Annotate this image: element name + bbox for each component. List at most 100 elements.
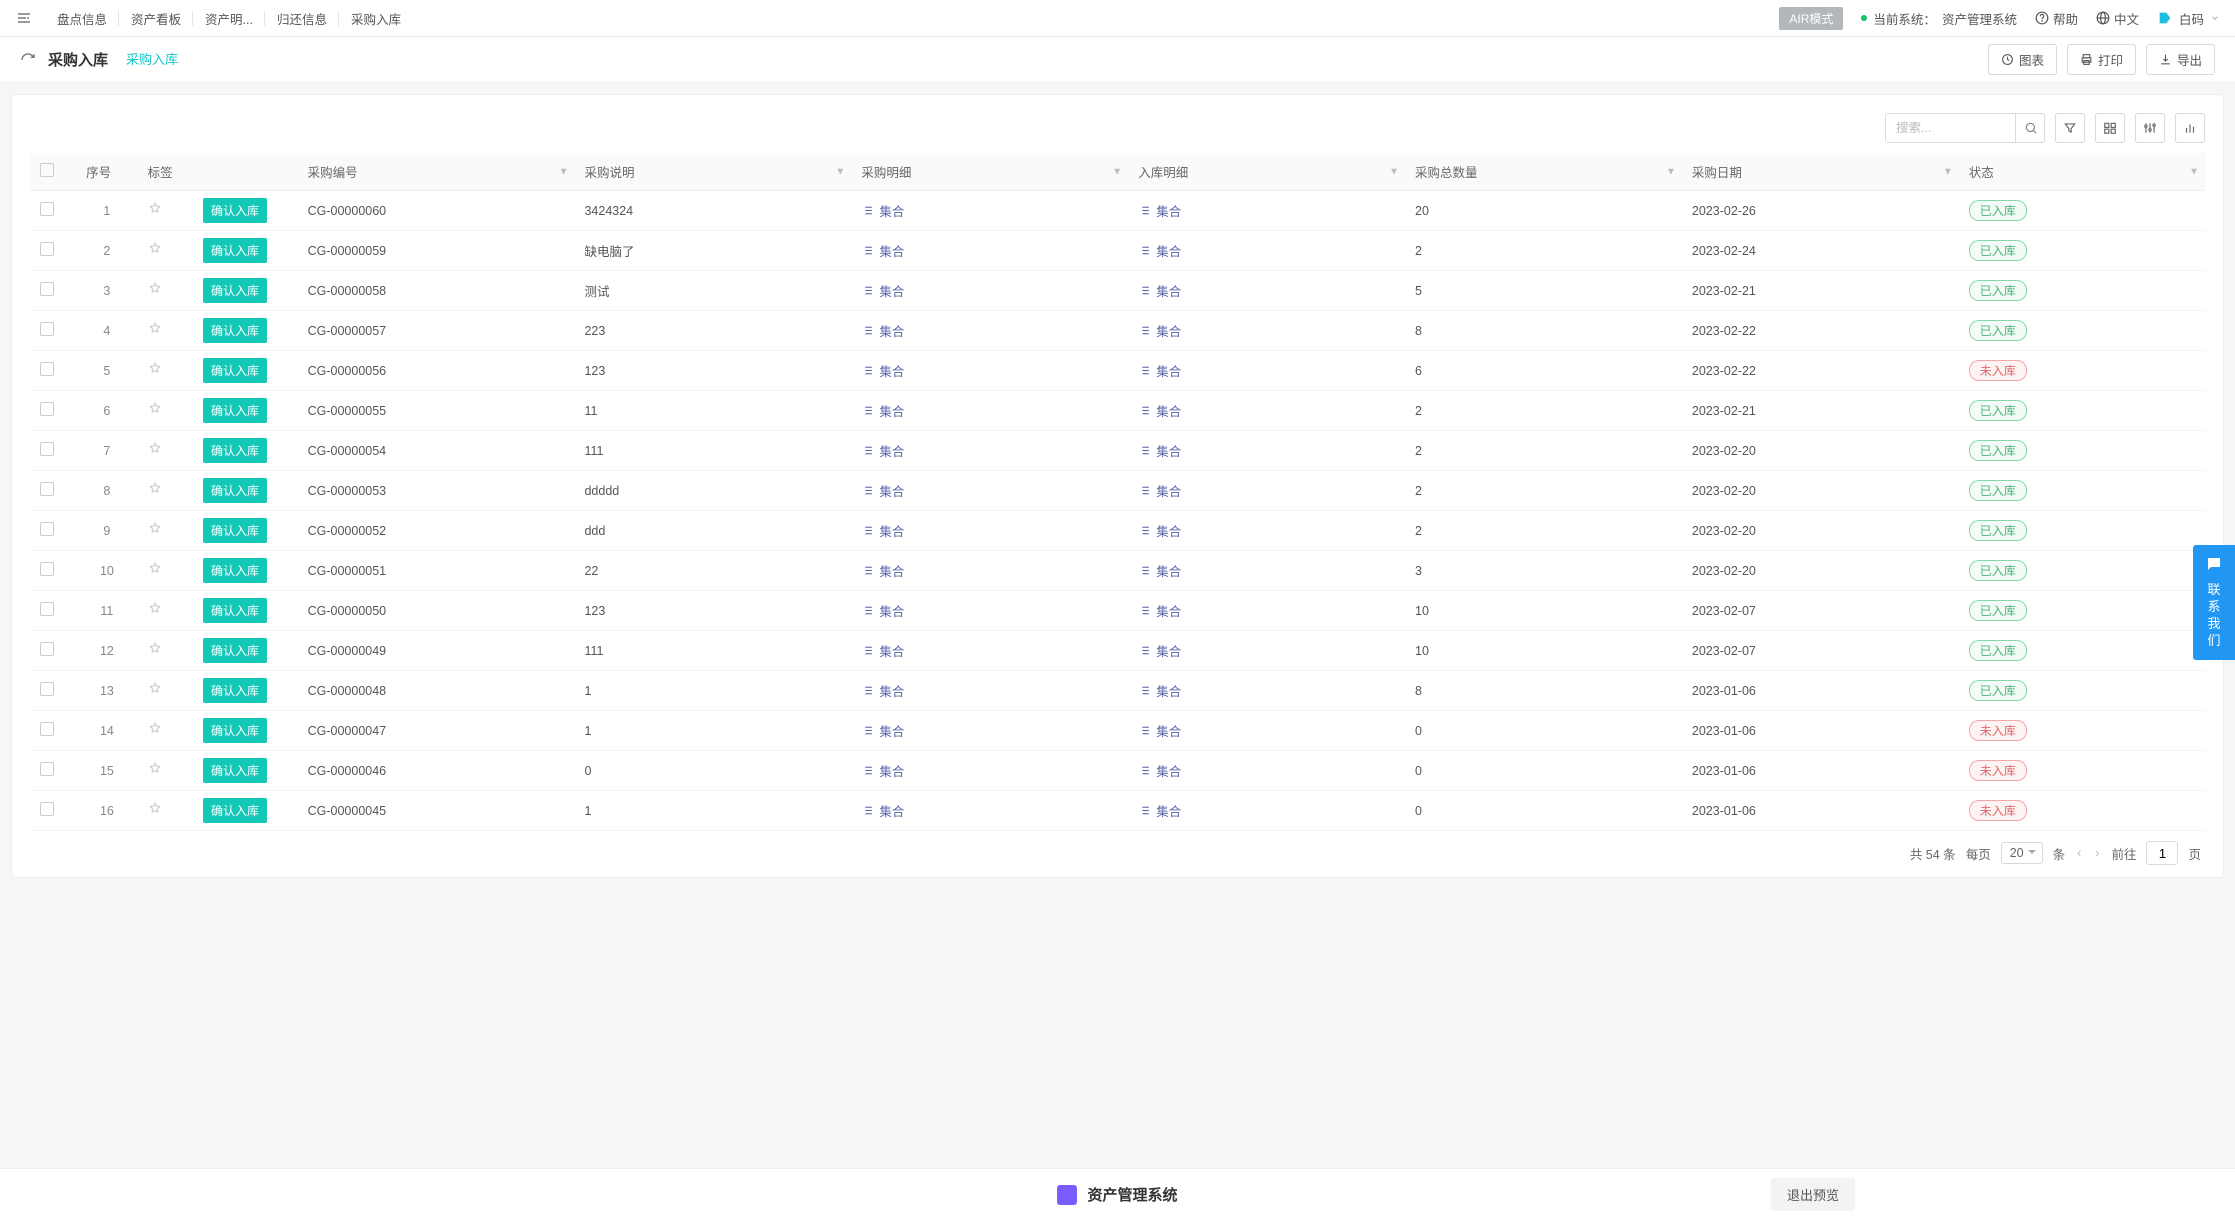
- cell-indetail[interactable]: 集合: [1128, 791, 1405, 831]
- table-row[interactable]: 5确认入库CG-00000056123集合集合62023-02-22未入库: [30, 351, 2205, 391]
- row-confirm[interactable]: 确认入库: [193, 231, 298, 271]
- row-tag-icon[interactable]: [138, 671, 193, 711]
- row-confirm[interactable]: 确认入库: [193, 471, 298, 511]
- cell-detail[interactable]: 集合: [851, 791, 1128, 831]
- confirm-button[interactable]: 确认入库: [203, 478, 267, 503]
- cell-detail[interactable]: 集合: [851, 511, 1128, 551]
- row-confirm[interactable]: 确认入库: [193, 391, 298, 431]
- refresh-icon[interactable]: [20, 52, 36, 68]
- cell-indetail[interactable]: 集合: [1128, 311, 1405, 351]
- nav-item[interactable]: 盘点信息: [45, 9, 119, 28]
- pager-prev-icon[interactable]: ‹: [2075, 846, 2083, 860]
- language-link[interactable]: 中文: [2096, 9, 2139, 28]
- table-row[interactable]: 13确认入库CG-000000481集合集合82023-01-06已入库: [30, 671, 2205, 711]
- header-tag[interactable]: 标签: [138, 153, 193, 191]
- row-checkbox[interactable]: [30, 751, 76, 791]
- row-tag-icon[interactable]: [138, 591, 193, 631]
- pager-perpage-select[interactable]: 20: [2001, 842, 2043, 864]
- row-checkbox[interactable]: [30, 471, 76, 511]
- row-confirm[interactable]: 确认入库: [193, 551, 298, 591]
- air-mode-badge[interactable]: AIR模式: [1779, 7, 1843, 30]
- row-tag-icon[interactable]: [138, 511, 193, 551]
- table-row[interactable]: 15确认入库CG-000000460集合集合02023-01-06未入库: [30, 751, 2205, 791]
- confirm-button[interactable]: 确认入库: [203, 198, 267, 223]
- search-button[interactable]: [2015, 113, 2045, 143]
- sidebar-collapse-icon[interactable]: [15, 9, 33, 27]
- row-tag-icon[interactable]: [138, 551, 193, 591]
- row-tag-icon[interactable]: [138, 471, 193, 511]
- nav-item[interactable]: 归还信息: [265, 9, 339, 28]
- cell-indetail[interactable]: 集合: [1128, 511, 1405, 551]
- print-button[interactable]: 打印: [2067, 44, 2136, 75]
- cell-detail[interactable]: 集合: [851, 351, 1128, 391]
- table-row[interactable]: 16确认入库CG-000000451集合集合02023-01-06未入库: [30, 791, 2205, 831]
- row-checkbox[interactable]: [30, 391, 76, 431]
- tab-purchase-in[interactable]: 采购入库: [126, 37, 178, 82]
- header-status[interactable]: 状态▼: [1959, 153, 2205, 191]
- cell-detail[interactable]: 集合: [851, 391, 1128, 431]
- cell-detail[interactable]: 集合: [851, 271, 1128, 311]
- row-checkbox[interactable]: [30, 231, 76, 271]
- table-row[interactable]: 7确认入库CG-00000054111集合集合22023-02-20已入库: [30, 431, 2205, 471]
- row-tag-icon[interactable]: [138, 191, 193, 231]
- cell-indetail[interactable]: 集合: [1128, 431, 1405, 471]
- cell-detail[interactable]: 集合: [851, 551, 1128, 591]
- cell-indetail[interactable]: 集合: [1128, 751, 1405, 791]
- row-tag-icon[interactable]: [138, 391, 193, 431]
- row-tag-icon[interactable]: [138, 231, 193, 271]
- nav-item[interactable]: 采购入库: [339, 9, 413, 28]
- pager-next-icon[interactable]: ›: [2093, 846, 2101, 860]
- cell-detail[interactable]: 集合: [851, 311, 1128, 351]
- confirm-button[interactable]: 确认入库: [203, 718, 267, 743]
- row-tag-icon[interactable]: [138, 711, 193, 751]
- settings-button[interactable]: [2135, 113, 2165, 143]
- cell-detail[interactable]: 集合: [851, 231, 1128, 271]
- pager-goto-input[interactable]: [2146, 841, 2178, 865]
- table-row[interactable]: 3确认入库CG-00000058测试集合集合52023-02-21已入库: [30, 271, 2205, 311]
- group-button[interactable]: [2095, 113, 2125, 143]
- cell-detail[interactable]: 集合: [851, 591, 1128, 631]
- cell-detail[interactable]: 集合: [851, 431, 1128, 471]
- confirm-button[interactable]: 确认入库: [203, 238, 267, 263]
- row-tag-icon[interactable]: [138, 351, 193, 391]
- contact-us-fab[interactable]: 联系我们: [2193, 545, 2235, 660]
- cell-indetail[interactable]: 集合: [1128, 391, 1405, 431]
- header-detail[interactable]: 采购明细▼: [851, 153, 1128, 191]
- row-confirm[interactable]: 确认入库: [193, 191, 298, 231]
- row-checkbox[interactable]: [30, 191, 76, 231]
- header-indetail[interactable]: 入库明细▼: [1128, 153, 1405, 191]
- cell-detail[interactable]: 集合: [851, 711, 1128, 751]
- header-desc[interactable]: 采购说明▼: [574, 153, 851, 191]
- cell-detail[interactable]: 集合: [851, 631, 1128, 671]
- chart-button[interactable]: 图表: [1988, 44, 2057, 75]
- row-confirm[interactable]: 确认入库: [193, 671, 298, 711]
- table-row[interactable]: 14确认入库CG-000000471集合集合02023-01-06未入库: [30, 711, 2205, 751]
- row-confirm[interactable]: 确认入库: [193, 311, 298, 351]
- row-tag-icon[interactable]: [138, 751, 193, 791]
- table-row[interactable]: 9确认入库CG-00000052ddd集合集合22023-02-20已入库: [30, 511, 2205, 551]
- cell-indetail[interactable]: 集合: [1128, 631, 1405, 671]
- confirm-button[interactable]: 确认入库: [203, 758, 267, 783]
- table-row[interactable]: 1确认入库CG-000000603424324集合集合202023-02-26已…: [30, 191, 2205, 231]
- header-checkbox[interactable]: [30, 153, 76, 191]
- confirm-button[interactable]: 确认入库: [203, 598, 267, 623]
- cell-detail[interactable]: 集合: [851, 671, 1128, 711]
- confirm-button[interactable]: 确认入库: [203, 358, 267, 383]
- confirm-button[interactable]: 确认入库: [203, 638, 267, 663]
- row-checkbox[interactable]: [30, 551, 76, 591]
- row-tag-icon[interactable]: [138, 791, 193, 831]
- nav-item[interactable]: 资产看板: [119, 9, 193, 28]
- confirm-button[interactable]: 确认入库: [203, 678, 267, 703]
- row-checkbox[interactable]: [30, 591, 76, 631]
- cell-indetail[interactable]: 集合: [1128, 351, 1405, 391]
- stats-button[interactable]: [2175, 113, 2205, 143]
- row-checkbox[interactable]: [30, 791, 76, 831]
- cell-indetail[interactable]: 集合: [1128, 591, 1405, 631]
- header-index[interactable]: 序号: [76, 153, 138, 191]
- row-tag-icon[interactable]: [138, 431, 193, 471]
- row-confirm[interactable]: 确认入库: [193, 511, 298, 551]
- row-checkbox[interactable]: [30, 311, 76, 351]
- row-confirm[interactable]: 确认入库: [193, 351, 298, 391]
- table-row[interactable]: 8确认入库CG-00000053ddddd集合集合22023-02-20已入库: [30, 471, 2205, 511]
- cell-indetail[interactable]: 集合: [1128, 551, 1405, 591]
